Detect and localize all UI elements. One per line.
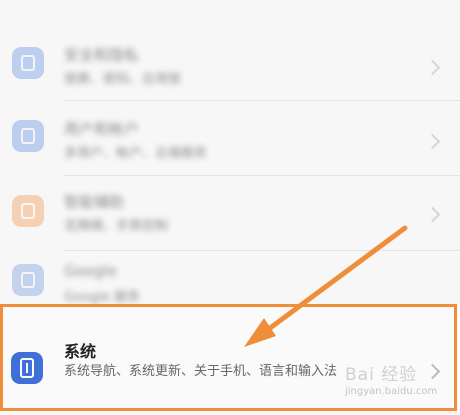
watermark-url: jingyan.baidu.com xyxy=(345,386,438,397)
watermark-brand: Bai 经验 xyxy=(345,365,418,385)
annotation-arrow xyxy=(244,225,408,347)
